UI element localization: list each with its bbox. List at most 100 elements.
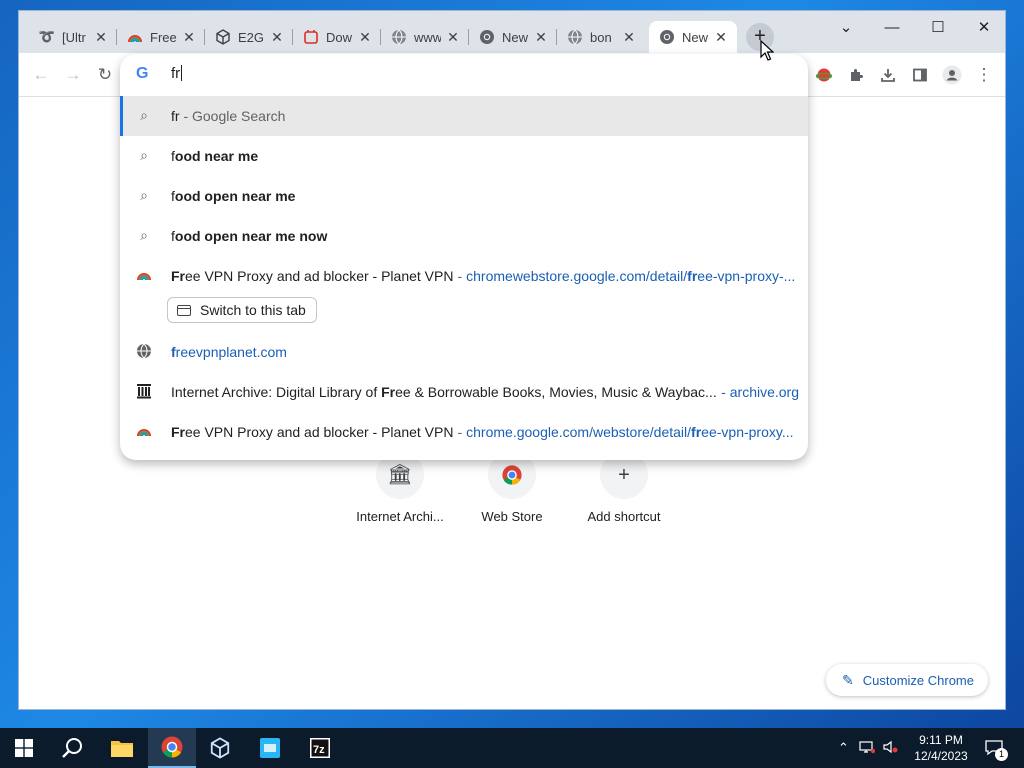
suggestion-text: fr - Google Search bbox=[171, 108, 286, 124]
suggestion-query-2[interactable]: ⌕ food open near me bbox=[120, 176, 808, 216]
globe-icon bbox=[567, 29, 583, 45]
switch-to-tab-button[interactable]: Switch to this tab bbox=[167, 297, 317, 323]
shortcut-internet-archive[interactable]: 🏛 Internet Archi... bbox=[350, 451, 450, 524]
reload-icon[interactable]: ↻ bbox=[93, 63, 117, 87]
close-tab-icon[interactable]: ✕ bbox=[533, 29, 549, 46]
close-window-button[interactable]: ✕ bbox=[961, 15, 1005, 41]
minimize-button[interactable]: — bbox=[869, 15, 915, 41]
tab-title: [Ultr bbox=[62, 29, 86, 45]
profile-avatar-icon[interactable] bbox=[940, 63, 964, 87]
close-tab-icon[interactable]: ✕ bbox=[445, 29, 461, 46]
shortcut-label: Internet Archi... bbox=[356, 509, 444, 524]
switch-to-tab-label: Switch to this tab bbox=[200, 302, 306, 318]
suggestion-query-3[interactable]: ⌕ food open near me now bbox=[120, 216, 808, 256]
omnibox-dropdown: G fr ⌕ fr - Google Search ⌕ food near me… bbox=[120, 54, 808, 460]
taskbar-search-icon[interactable] bbox=[48, 728, 96, 768]
text-caret bbox=[181, 65, 183, 81]
maximize-button[interactable]: ☐ bbox=[915, 15, 961, 41]
archive-icon bbox=[136, 383, 152, 399]
clock-time: 9:11 PM bbox=[919, 733, 963, 747]
suggestion-text: freevpnplanet.com bbox=[171, 344, 287, 360]
tab-5[interactable]: www ✕ bbox=[381, 21, 469, 53]
close-tab-icon[interactable]: ✕ bbox=[713, 29, 729, 46]
search-icon: ⌕ bbox=[140, 187, 148, 203]
forward-arrow-icon[interactable]: → bbox=[61, 63, 85, 87]
tab-7[interactable]: bon ✕ bbox=[557, 21, 645, 53]
extension-swirl-icon: ➰ bbox=[38, 29, 56, 44]
google-g-icon: G bbox=[136, 65, 149, 82]
menu-kebab-icon[interactable]: ⋮ bbox=[972, 63, 996, 87]
suggestion-text: food near me bbox=[171, 148, 259, 164]
system-tray: ⌃ bbox=[838, 728, 899, 768]
tab-title: bon bbox=[590, 29, 612, 45]
taskbar-clock[interactable]: 9:11 PM 12/4/2023 bbox=[906, 732, 976, 764]
tab-4[interactable]: Dow ✕ bbox=[293, 21, 381, 53]
suggestion-text: Internet Archive: Digital Library of Fre… bbox=[171, 384, 717, 400]
address-input[interactable]: fr bbox=[171, 65, 183, 82]
tab-switch-icon bbox=[177, 304, 191, 316]
suggestion-query-1[interactable]: ⌕ food near me bbox=[120, 136, 808, 176]
tab-6[interactable]: New ✕ bbox=[469, 21, 557, 53]
mouse-cursor-icon bbox=[760, 39, 775, 67]
suggestion-url-freevpnplanet[interactable]: freevpnplanet.com bbox=[120, 332, 808, 372]
notification-badge: 1 bbox=[995, 748, 1008, 761]
suggestion-domain: - archive.org bbox=[721, 384, 799, 400]
tab-8-active[interactable]: New ✕ bbox=[649, 21, 737, 53]
extensions-puzzle-icon[interactable] bbox=[844, 63, 868, 87]
chrome-taskbar-icon[interactable] bbox=[148, 728, 196, 768]
tab-title: E2G bbox=[238, 29, 265, 45]
suggestion-open-tab-planet-vpn[interactable]: Free VPN Proxy and ad blocker - Planet V… bbox=[120, 256, 808, 296]
close-tab-icon[interactable]: ✕ bbox=[269, 29, 285, 46]
suggestion-text: Free VPN Proxy and ad blocker - Planet V… bbox=[171, 268, 796, 284]
chrome-icon bbox=[479, 29, 495, 45]
shortcut-label: Web Store bbox=[481, 509, 543, 524]
notifications-icon[interactable]: 1 bbox=[982, 728, 1008, 768]
tab-search-button[interactable]: ⌄ bbox=[823, 15, 869, 41]
tab-1[interactable]: ➰ [Ultr ✕ bbox=[29, 21, 117, 53]
search-icon: ⌕ bbox=[140, 147, 148, 163]
shortcut-add[interactable]: + Add shortcut bbox=[574, 451, 674, 524]
volume-muted-icon[interactable] bbox=[883, 740, 899, 757]
rainbow-icon bbox=[136, 267, 152, 283]
close-tab-icon[interactable]: ✕ bbox=[93, 29, 109, 46]
pencil-icon: ✎ bbox=[842, 671, 854, 688]
virtualbox-cube-icon[interactable] bbox=[196, 728, 244, 768]
suggestion-internet-archive[interactable]: Internet Archive: Digital Library of Fre… bbox=[120, 372, 808, 412]
suggestion-text: Free VPN Proxy and ad blocker - Planet V… bbox=[171, 424, 794, 440]
tab-3[interactable]: E2G ✕ bbox=[205, 21, 293, 53]
downloads-icon[interactable] bbox=[876, 63, 900, 87]
rainbow-icon bbox=[127, 29, 143, 45]
side-panel-icon[interactable] bbox=[908, 63, 932, 87]
chrome-icon bbox=[659, 29, 675, 45]
app-tile-icon[interactable] bbox=[246, 728, 294, 768]
suggestion-planet-vpn-webstore[interactable]: Free VPN Proxy and ad blocker - Planet V… bbox=[120, 412, 808, 452]
customize-chrome-button[interactable]: ✎ Customize Chrome bbox=[826, 664, 988, 696]
suggestion-text: food open near me bbox=[171, 188, 296, 204]
start-windows-icon[interactable] bbox=[0, 728, 48, 768]
seven-zip-icon[interactable]: 7z bbox=[296, 728, 344, 768]
download-icon bbox=[303, 29, 319, 45]
back-arrow-icon[interactable]: ← bbox=[29, 63, 53, 87]
globe-icon bbox=[391, 29, 407, 45]
close-tab-icon[interactable]: ✕ bbox=[357, 29, 373, 46]
chevron-up-icon[interactable]: ⌃ bbox=[838, 740, 849, 756]
planet-vpn-extension-icon[interactable] bbox=[812, 63, 836, 87]
suggestion-google-search[interactable]: ⌕ fr - Google Search bbox=[120, 96, 808, 136]
search-icon: ⌕ bbox=[140, 227, 148, 243]
tab-2[interactable]: Free ✕ bbox=[117, 21, 205, 53]
file-explorer-folder-icon[interactable] bbox=[98, 728, 146, 768]
address-bar[interactable]: G fr bbox=[120, 54, 808, 94]
tab-title: Dow bbox=[326, 29, 353, 45]
svg-text:7z: 7z bbox=[313, 744, 325, 756]
shortcut-label: Add shortcut bbox=[587, 509, 661, 524]
close-tab-icon[interactable]: ✕ bbox=[621, 29, 637, 46]
customize-chrome-label: Customize Chrome bbox=[862, 672, 974, 688]
close-tab-icon[interactable]: ✕ bbox=[181, 29, 197, 46]
network-icon[interactable] bbox=[859, 740, 876, 757]
clock-date: 12/4/2023 bbox=[914, 749, 968, 763]
tab-title: New bbox=[502, 29, 529, 45]
tab-title: New bbox=[682, 29, 709, 45]
shortcut-web-store[interactable]: Web Store bbox=[462, 451, 562, 524]
tab-strip: ➰ [Ultr ✕ Free ✕ E2G ✕ Dow ✕ www ✕ New ✕… bbox=[19, 11, 1005, 53]
cube-icon bbox=[215, 29, 231, 45]
